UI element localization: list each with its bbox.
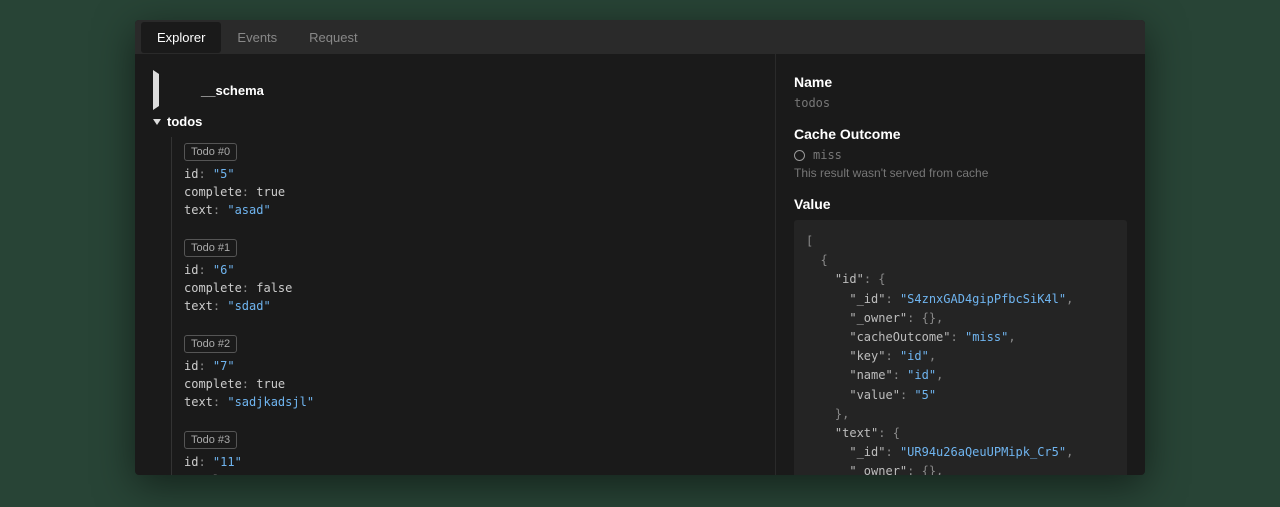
todo-field-row: id: "6" <box>184 261 757 279</box>
tree-label-schema: __schema <box>201 83 264 98</box>
cache-outcome-row: miss <box>794 148 1127 162</box>
section-title-cache: Cache Outcome <box>794 126 1127 142</box>
tab-request[interactable]: Request <box>293 22 373 53</box>
caret-down-icon <box>153 119 161 125</box>
todo-header[interactable]: Todo #2 <box>184 335 237 353</box>
todo-field-row: text: "sdad" <box>184 297 757 315</box>
value-json-box: [ { "id": { "_id": "S4znxGAD4gipPfbcSiK4… <box>794 220 1127 475</box>
tab-events[interactable]: Events <box>221 22 293 53</box>
section-title-name: Name <box>794 74 1127 90</box>
todo-field-row: id: "11" <box>184 453 757 471</box>
cache-outcome-description: This result wasn't served from cache <box>794 166 1127 180</box>
devtools-window: Explorer Events Request __schema todos T… <box>135 20 1145 475</box>
caret-right-icon <box>153 70 195 110</box>
tree-node-todos[interactable]: todos <box>153 112 757 131</box>
todos-children: Todo #0id: "5"complete: truetext: "asad"… <box>171 137 757 475</box>
circle-icon <box>794 150 805 161</box>
todo-header[interactable]: Todo #3 <box>184 431 237 449</box>
todo-field-row: id: "5" <box>184 165 757 183</box>
details-panel: Name todos Cache Outcome miss This resul… <box>775 54 1145 475</box>
tab-bar: Explorer Events Request <box>135 20 1145 54</box>
todo-header[interactable]: Todo #0 <box>184 143 237 161</box>
todo-field-row: id: "7" <box>184 357 757 375</box>
todo-field-row: complete: true <box>184 183 757 201</box>
todo-header[interactable]: Todo #1 <box>184 239 237 257</box>
cache-outcome-value: miss <box>813 148 842 162</box>
todo-field-row: text: "asad" <box>184 201 757 219</box>
section-title-value: Value <box>794 196 1127 212</box>
tree-label-todos: todos <box>167 114 202 129</box>
explorer-tree-panel: __schema todos Todo #0id: "5"complete: t… <box>135 54 775 475</box>
name-value: todos <box>794 96 1127 110</box>
main-content: __schema todos Todo #0id: "5"complete: t… <box>135 54 1145 475</box>
tab-explorer[interactable]: Explorer <box>141 22 221 53</box>
todo-field-row: complete: false <box>184 279 757 297</box>
tree-node-schema[interactable]: __schema <box>153 68 757 112</box>
todo-field-row: complete: true <box>184 471 757 475</box>
todo-field-row: text: "sadjkadsjl" <box>184 393 757 411</box>
todo-field-row: complete: true <box>184 375 757 393</box>
